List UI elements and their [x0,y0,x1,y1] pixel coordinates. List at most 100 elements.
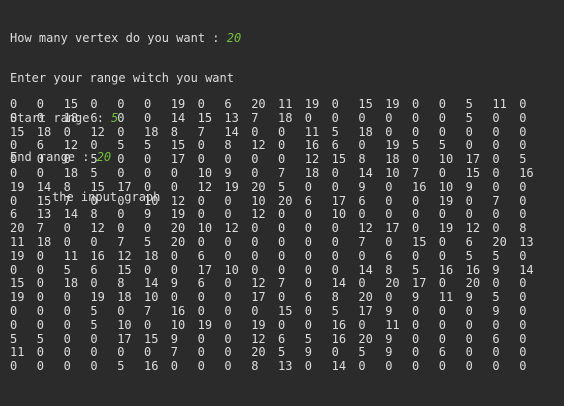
matrix-cell: 9 [492,303,500,318]
matrix-cell: 9 [144,207,152,222]
matrix-cell: 5 [331,303,339,318]
matrix-cell: 0 [224,152,232,167]
matrix-cell: 5 [358,345,366,360]
range-prompt-label: Enter your range witch you want [10,71,234,85]
matrix-cell: 13 [224,110,239,125]
matrix-cell: 10 [251,193,266,208]
matrix-cell: 0 [63,359,71,374]
matrix-cell: 5 [117,359,125,374]
matrix-cell: 0 [197,303,205,318]
matrix-cell: 0 [492,138,500,153]
matrix-cell: 5 [10,331,18,346]
matrix-cell: 6 [492,331,500,346]
matrix-cell: 12 [251,138,266,153]
matrix-cell: 7 [251,110,259,125]
matrix-cell: 20 [170,234,186,249]
matrix-cell: 5 [438,138,447,153]
matrix-cell: 0 [358,110,366,125]
matrix-cell: 19 [197,317,213,332]
matrix-cell: 0 [63,345,71,360]
matrix-cell: 6 [358,193,366,208]
matrix-cell: 12 [465,221,481,236]
matrix-cell: 0 [519,331,527,346]
matrix-cell: 0 [438,359,447,374]
matrix-cell: 0 [304,303,313,318]
matrix-cell: 0 [438,234,447,249]
matrix-cell: 6 [304,290,313,305]
matrix-cell: 0 [412,110,420,125]
matrix-cell: 0 [10,97,18,111]
terminal-window[interactable]: How many vertex do you want : 20 Enter y… [0,0,564,406]
matrix-cell: 0 [10,165,18,180]
matrix-cell: 0 [36,152,45,167]
matrix-cell: 10 [117,317,132,332]
matrix-cell: 10 [438,152,454,167]
matrix-cell: 16 [412,179,427,194]
matrix-cell: 0 [144,152,152,167]
matrix-cell: 13 [278,359,293,374]
matrix-cell: 10 [144,193,159,208]
matrix-cell: 0 [492,317,500,332]
matrix-cell: 15 [197,110,213,125]
matrix-cell: 5 [331,124,339,139]
matrix-cell: 0 [63,234,71,249]
matrix-cell: 15 [63,97,79,111]
matrix-cell: 10 [385,165,400,180]
matrix-cell: 0 [304,179,313,194]
matrix-cell: 15 [358,97,373,111]
matrix-cell: 0 [492,124,500,139]
matrix-cell: 0 [117,345,125,360]
matrix-cell: 0 [438,248,447,263]
matrix-cell: 14 [331,276,347,291]
matrix-cell: 0 [358,317,366,332]
matrix-cell: 0 [465,331,473,346]
matrix-cell: 0 [519,207,527,222]
matrix-cell: 10 [438,179,454,194]
matrix-cell: 0 [412,248,420,263]
matrix-cell: 0 [304,276,313,291]
matrix-cell: 5 [36,331,45,346]
matrix-cell: 0 [385,124,393,139]
matrix-cell: 0 [224,207,232,222]
matrix-cell: 0 [412,317,420,332]
matrix-cell: 0 [144,179,152,194]
matrix-cell: 5 [492,290,500,305]
matrix-cell: 7 [144,303,152,318]
matrix-cell: 11 [385,317,400,332]
matrix-cell: 7 [492,193,500,208]
matrix-cell: 16 [170,303,186,318]
matrix-cell: 17 [412,276,427,291]
end-range-value: 20 [96,150,112,165]
matrix-cell: 0 [278,234,286,249]
matrix-cell: 0 [224,331,232,346]
matrix-cell: 5 [90,303,98,318]
matrix-cell: 0 [63,152,71,167]
matrix-cell: 0 [278,138,286,153]
matrix-cell: 0 [144,221,152,236]
matrix-cell: 16 [331,317,347,332]
matrix-cell: 0 [385,359,393,374]
matrix-cell: 0 [224,359,232,374]
matrix-cell: 10 [197,165,213,180]
matrix-cell: 7 [278,165,286,180]
matrix-cell: 0 [438,124,447,139]
matrix-cell: 14 [36,179,52,194]
matrix-cell: 0 [63,331,71,346]
matrix-cell: 0 [331,345,339,360]
matrix-cell: 0 [251,303,259,318]
matrix-cell: 0 [412,345,420,360]
matrix-cell: 0 [519,317,527,332]
matrix-cell: 0 [224,193,232,208]
matrix-cell: 0 [90,234,98,249]
matrix-cell: 0 [224,317,232,332]
matrix-cell: 6 [331,138,339,153]
matrix-cell: 12 [197,179,213,194]
matrix-cell: 19 [10,290,25,305]
matrix-cell: 0 [492,207,500,222]
matrix-cell: 11 [438,290,454,305]
matrix-cell: 11 [10,234,25,249]
matrix-cell: 0 [36,262,45,277]
matrix-cell: 0 [90,331,98,346]
matrix-cell: 0 [331,179,339,194]
matrix-cell: 0 [278,317,286,332]
